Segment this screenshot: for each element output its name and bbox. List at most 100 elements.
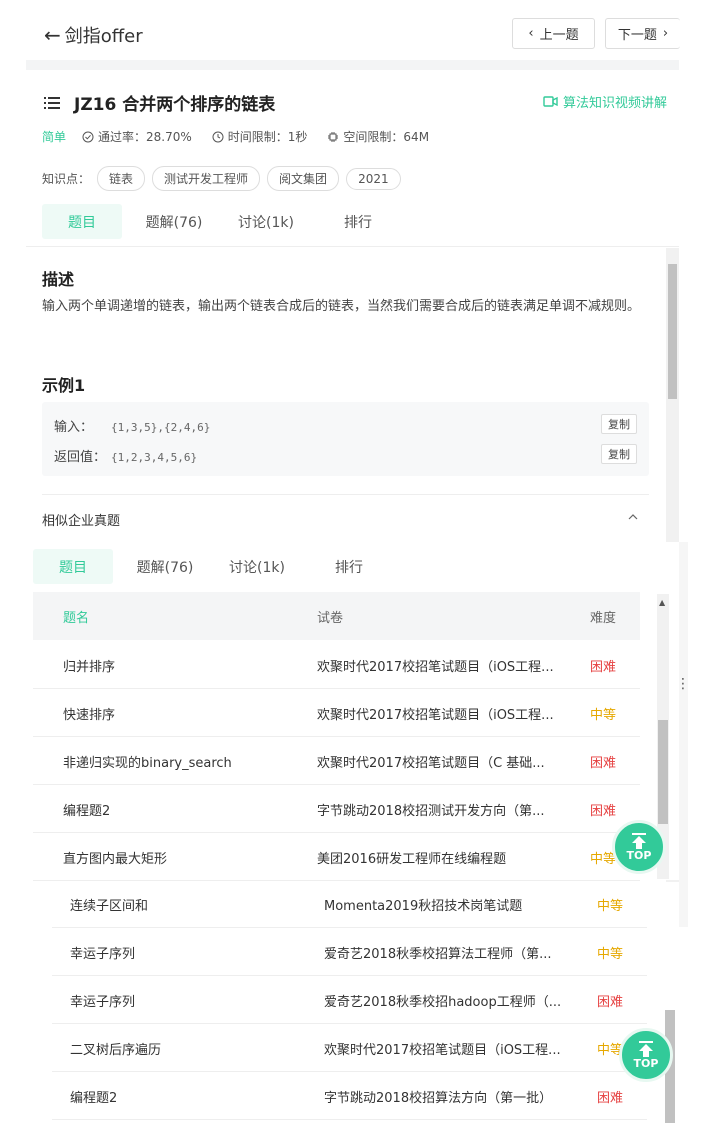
tag-item[interactable]: 2021 [346, 167, 401, 190]
knowledge-tags: 知识点： 链表 测试开发工程师 阅文集团 2021 [42, 166, 401, 191]
tab-discussion[interactable]: 讨论(1k) [226, 204, 306, 239]
row-name[interactable]: 幸运子序列 [70, 943, 310, 962]
video-explanation-link[interactable]: 算法知识视频讲解 [543, 92, 667, 111]
row-difficulty: 中等 [597, 899, 624, 914]
tag-item[interactable]: 测试开发工程师 [152, 166, 261, 191]
question-tabs: 题目 题解(76) 讨论(1k) 排行 [42, 204, 410, 239]
column-paper: 试卷 [317, 611, 344, 626]
similar-table-body-lower: 连续子区间和 Momenta2019秋招技术岗笔试题 中等 幸运子序列 爱奇艺2… [52, 880, 647, 1120]
header-divider [26, 60, 679, 70]
arrow-up-icon [632, 832, 646, 849]
time-limit-text: 时间限制：1秒 [227, 130, 308, 144]
copy-input-button[interactable]: 复制 [601, 414, 637, 434]
pass-rate: 通过率：28.70% [82, 128, 192, 145]
output-value: {1,2,3,4,5,6} [111, 451, 198, 464]
tag-item[interactable]: 链表 [97, 166, 146, 191]
tab-question[interactable]: 题目 [33, 549, 113, 584]
table-row[interactable]: 归并排序 欢聚时代2017校招笔试题目（iOS工程... 困难 [33, 641, 640, 689]
chevron-left-icon: ‹ [528, 26, 534, 41]
chevron-right-icon: › [662, 26, 669, 41]
more-vertical-icon[interactable]: ⋮ [676, 676, 690, 692]
tab-solutions[interactable]: 题解(76) [125, 549, 205, 584]
row-paper[interactable]: 欢聚时代2017校招笔试题目（C 基础... [317, 752, 572, 771]
table-row[interactable]: 连续子区间和 Momenta2019秋招技术岗笔试题 中等 [52, 880, 647, 928]
table-row[interactable]: 幸运子序列 爱奇艺2018秋季校招hadoop工程师（... 困难 [52, 976, 647, 1024]
tabs-divider [26, 246, 679, 247]
video-link-label: 算法知识视频讲解 [562, 96, 667, 111]
table-row[interactable]: 编程题2 字节跳动2018校招测试开发方向（第... 困难 [33, 785, 640, 833]
row-difficulty: 困难 [590, 804, 617, 819]
row-paper[interactable]: 美团2016研发工程师在线编程题 [317, 848, 572, 867]
row-paper[interactable]: 字节跳动2018校招算法方向（第一批） [324, 1087, 579, 1106]
example-heading: 示例1 [42, 376, 86, 395]
similar-table-header: 题名 试卷 难度 [33, 592, 640, 640]
top-label: TOP [633, 1056, 659, 1070]
table-row[interactable]: 编程题2 字节跳动2018校招算法方向（第一批） 困难 [52, 1072, 647, 1120]
next-label: 下一题 [617, 28, 657, 43]
description-text: 输入两个单调递增的链表，输出两个链表合成后的链表，当然我们需要合成后的链表满足单… [42, 299, 641, 314]
back-link[interactable]: ← 剑指offer [44, 22, 143, 48]
row-name[interactable]: 幸运子序列 [70, 991, 310, 1010]
table-row[interactable]: 幸运子序列 爱奇艺2018秋季校招算法工程师（第... 中等 [52, 928, 647, 976]
back-label: 剑指offer [64, 26, 143, 47]
similar-divider [42, 494, 649, 495]
next-question-button[interactable]: 下一题 › [605, 18, 680, 49]
similar-heading[interactable]: 相似企业真题 [42, 510, 120, 529]
tab-discussion[interactable]: 讨论(1k) [217, 549, 297, 584]
top-label: TOP [626, 848, 652, 862]
pass-rate-text: 通过率：28.70% [98, 130, 192, 144]
row-paper[interactable]: Momenta2019秋招技术岗笔试题 [324, 895, 579, 914]
tab-solutions[interactable]: 题解(76) [134, 204, 214, 239]
table-row[interactable]: 快速排序 欢聚时代2017校招笔试题目（iOS工程... 中等 [33, 689, 640, 737]
tab-ranking[interactable]: 排行 [309, 549, 389, 584]
example-input: 输入： {1,3,5},{2,4,6} [54, 416, 210, 435]
scrollbar-thumb[interactable] [668, 264, 677, 399]
meta-row: 简单 通过率：28.70% 时间限制：1秒 空间限制：64M [42, 128, 449, 145]
row-paper[interactable]: 字节跳动2018校招测试开发方向（第... [317, 800, 572, 819]
row-difficulty: 困难 [590, 756, 617, 771]
top-bar: ← 剑指offer ‹ 上一题 下一题 › [0, 0, 709, 62]
scroll-up-arrow-icon[interactable]: ▲ [659, 598, 665, 607]
table-row[interactable]: 非递归实现的binary_search 欢聚时代2017校招笔试题目（C 基础.… [33, 737, 640, 785]
column-name[interactable]: 题名 [63, 607, 89, 626]
space-limit: 空间限制：64M [327, 128, 429, 145]
arrow-up-icon [639, 1040, 653, 1057]
tags-label: 知识点： [42, 172, 91, 186]
similar-table-body: 归并排序 欢聚时代2017校招笔试题目（iOS工程... 困难 快速排序 欢聚时… [33, 641, 640, 881]
scrollbar-thumb[interactable] [658, 720, 668, 824]
prev-label: 上一题 [539, 28, 579, 43]
row-paper[interactable]: 爱奇艺2018秋季校招算法工程师（第... [324, 943, 579, 962]
row-paper[interactable]: 爱奇艺2018秋季校招hadoop工程师（... [324, 991, 579, 1010]
row-paper[interactable]: 欢聚时代2017校招笔试题目（iOS工程... [317, 704, 572, 723]
input-value: {1,3,5},{2,4,6} [111, 421, 211, 434]
input-label: 输入： [54, 420, 94, 435]
row-paper[interactable]: 欢聚时代2017校招笔试题目（iOS工程... [324, 1039, 579, 1058]
copy-output-button[interactable]: 复制 [601, 444, 637, 464]
space-limit-text: 空间限制：64M [343, 130, 430, 144]
row-name[interactable]: 连续子区间和 [70, 895, 310, 914]
row-name[interactable]: 快速排序 [63, 704, 303, 723]
video-icon [543, 96, 558, 107]
question-title: JZ16 合并两个排序的链表 [74, 95, 276, 115]
chevron-up-icon[interactable] [626, 510, 640, 524]
back-to-top-button[interactable]: TOP [619, 1028, 673, 1082]
row-name[interactable]: 编程题2 [63, 800, 303, 819]
row-name[interactable]: 归并排序 [63, 656, 303, 675]
example-output: 返回值： {1,2,3,4,5,6} [54, 446, 197, 465]
arrow-left-icon: ← [44, 23, 61, 47]
tab-ranking[interactable]: 排行 [318, 204, 398, 239]
tab-question[interactable]: 题目 [42, 204, 122, 239]
example-box: 输入： {1,3,5},{2,4,6} 复制 返回值： {1,2,3,4,5,6} … [42, 402, 649, 476]
table-row[interactable]: 二叉树后序遍历 欢聚时代2017校招笔试题目（iOS工程... 中等 [52, 1024, 647, 1072]
prev-question-button[interactable]: ‹ 上一题 [512, 18, 595, 49]
chip-icon [328, 131, 339, 142]
row-name[interactable]: 直方图内最大矩形 [63, 848, 303, 867]
back-to-top-button[interactable]: TOP [612, 820, 666, 874]
table-row[interactable]: 直方图内最大矩形 美团2016研发工程师在线编程题 中等 [33, 833, 640, 881]
row-paper[interactable]: 欢聚时代2017校招笔试题目（iOS工程... [317, 656, 572, 675]
tag-item[interactable]: 阅文集团 [267, 166, 340, 191]
list-icon[interactable] [44, 96, 60, 110]
row-name[interactable]: 非递归实现的binary_search [63, 752, 303, 771]
row-name[interactable]: 二叉树后序遍历 [70, 1039, 310, 1058]
row-name[interactable]: 编程题2 [70, 1087, 310, 1106]
